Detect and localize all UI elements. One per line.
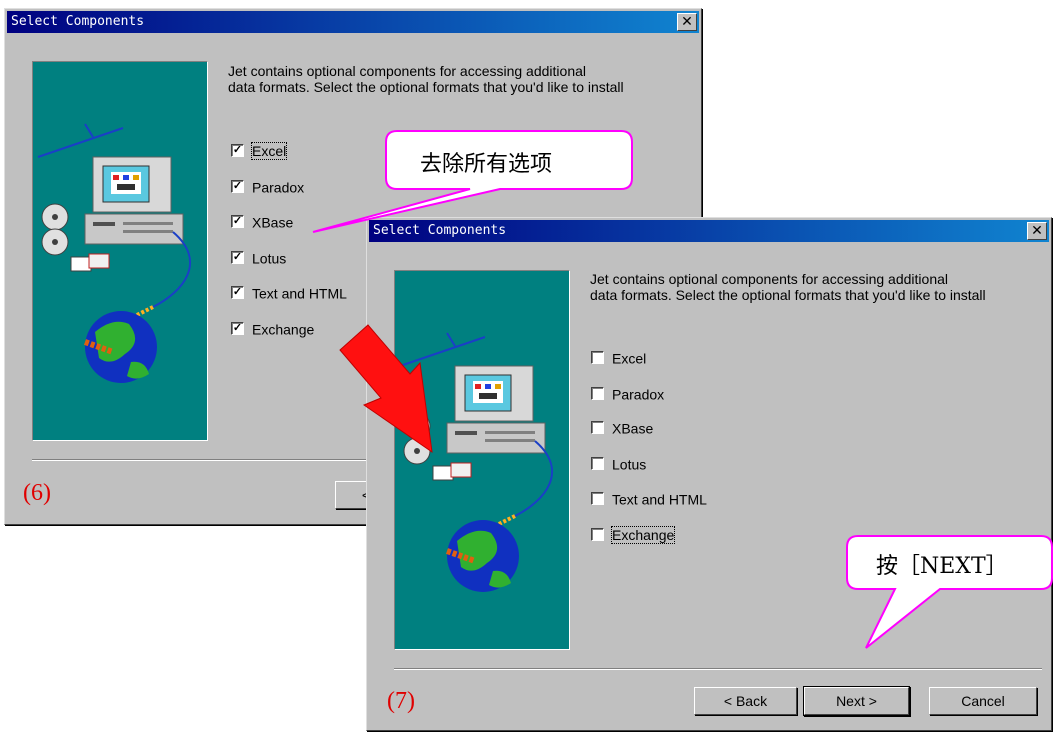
option-lotus[interactable]: Lotus bbox=[591, 455, 646, 475]
window-title: Select Components bbox=[373, 223, 507, 238]
checkbox-text-html[interactable]: ✓ bbox=[231, 285, 244, 299]
option-paradox[interactable]: Paradox bbox=[591, 385, 664, 405]
checkbox-text-html[interactable] bbox=[591, 491, 604, 505]
next-button[interactable]: Next > bbox=[804, 687, 909, 715]
option-excel[interactable]: Excel bbox=[591, 349, 646, 369]
option-xbase[interactable]: ✓ XBase bbox=[231, 213, 293, 233]
checkbox-paradox[interactable] bbox=[591, 386, 604, 400]
checkbox-exchange[interactable]: ✓ bbox=[231, 321, 244, 335]
option-label: XBase bbox=[252, 214, 294, 231]
option-xbase[interactable]: XBase bbox=[591, 419, 653, 439]
checkbox-xbase[interactable] bbox=[591, 420, 604, 434]
cd-icon bbox=[403, 412, 431, 465]
title-bar: Select Components ✕ bbox=[369, 220, 1049, 242]
option-label: Excel bbox=[250, 142, 288, 161]
option-label: Exchange bbox=[610, 526, 676, 545]
option-label: Text and HTML bbox=[252, 285, 347, 302]
computer-icon bbox=[84, 156, 184, 245]
option-label: Exchange bbox=[252, 321, 315, 338]
separator bbox=[394, 668, 1042, 670]
callout-remove-all-text: 去除所有选项 bbox=[420, 152, 553, 177]
checkbox-excel[interactable]: ✓ bbox=[231, 143, 244, 157]
intro-text: Jet contains optional components for acc… bbox=[590, 271, 986, 303]
step-label: (7) bbox=[387, 688, 415, 714]
option-label: Excel bbox=[612, 350, 647, 367]
title-bar: Select Components ✕ bbox=[7, 11, 699, 33]
option-text-html[interactable]: Text and HTML bbox=[591, 490, 707, 510]
back-button[interactable]: < Back bbox=[694, 687, 797, 715]
floppy-icon bbox=[70, 253, 110, 272]
intro-text: Jet contains optional components for acc… bbox=[228, 63, 624, 95]
step-label: (6) bbox=[23, 480, 51, 506]
globe-icon bbox=[83, 311, 157, 383]
dialog-step-7: Select Components ✕ Jet contains optiona… bbox=[366, 217, 1052, 731]
checkbox-excel[interactable] bbox=[591, 350, 604, 364]
setup-illustration bbox=[32, 61, 208, 441]
setup-illustration bbox=[394, 270, 570, 650]
checkbox-xbase[interactable]: ✓ bbox=[231, 214, 244, 228]
close-icon[interactable]: ✕ bbox=[1027, 222, 1047, 240]
option-label: XBase bbox=[612, 420, 654, 437]
option-label: Paradox bbox=[612, 386, 665, 403]
checkbox-paradox[interactable]: ✓ bbox=[231, 179, 244, 193]
option-label: Paradox bbox=[252, 179, 305, 196]
option-lotus[interactable]: ✓ Lotus bbox=[231, 249, 286, 269]
cd-icon bbox=[41, 203, 69, 256]
option-label: Lotus bbox=[252, 250, 287, 267]
globe-icon bbox=[445, 520, 519, 592]
option-label: Lotus bbox=[612, 456, 647, 473]
option-paradox[interactable]: ✓ Paradox bbox=[231, 178, 304, 198]
option-text-html[interactable]: ✓ Text and HTML bbox=[231, 284, 347, 304]
option-exchange[interactable]: Exchange bbox=[591, 526, 676, 546]
option-label: Text and HTML bbox=[612, 491, 707, 508]
option-excel[interactable]: ✓ Excel bbox=[231, 142, 288, 162]
checkbox-lotus[interactable] bbox=[591, 456, 604, 470]
floppy-icon bbox=[432, 462, 472, 481]
option-exchange[interactable]: ✓ Exchange bbox=[231, 320, 314, 340]
callout-press-next-text: 按［NEXT］ bbox=[876, 554, 1008, 579]
cancel-button[interactable]: Cancel bbox=[929, 687, 1037, 715]
close-icon[interactable]: ✕ bbox=[677, 13, 697, 31]
computer-icon bbox=[446, 365, 546, 454]
checkbox-lotus[interactable]: ✓ bbox=[231, 250, 244, 264]
window-title: Select Components bbox=[11, 14, 145, 29]
checkbox-exchange[interactable] bbox=[591, 527, 604, 541]
